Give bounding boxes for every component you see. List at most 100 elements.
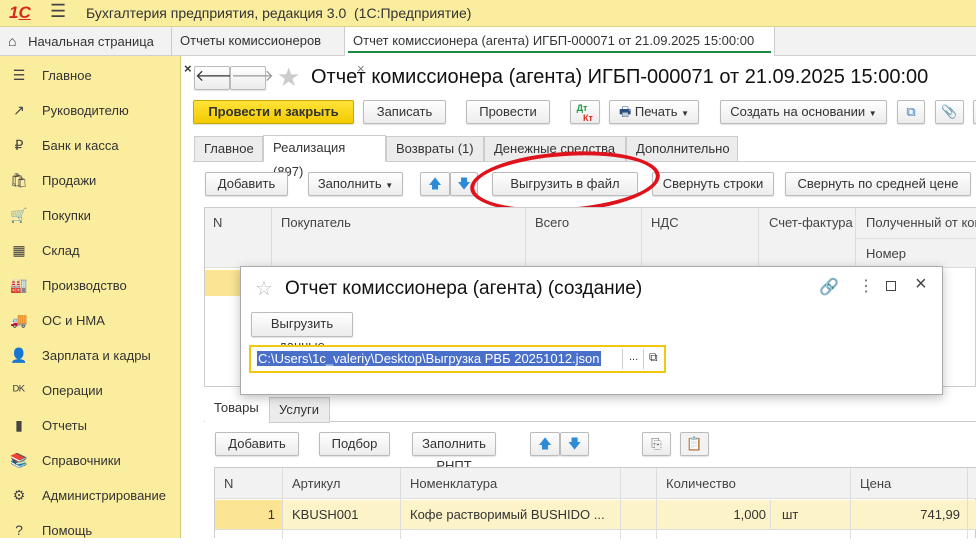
factory-icon: 🏭 <box>10 277 28 293</box>
menu-icon: ☰ <box>12 67 26 83</box>
table-row[interactable]: 1 KBUSH001 Кофе растворимый BUSHIDO ... … <box>215 500 976 530</box>
sidebar-item-11[interactable]: 📚 Справочники <box>0 443 180 478</box>
open-icon[interactable]: ⧉ <box>649 350 658 365</box>
tab-sales[interactable]: Реализация (897) <box>263 135 386 179</box>
add-button[interactable]: Добавить <box>205 172 288 196</box>
tab-home[interactable]: ⌂ Начальная страница <box>0 27 172 55</box>
attachment-icon[interactable]: 📎 <box>935 100 964 124</box>
sidebar-item-label: Склад <box>42 243 80 258</box>
title-bar: 1С ☰ Бухгалтерия предприятия, редакция 3… <box>0 0 976 27</box>
create-based-on-button[interactable]: Создать на основании ▼ <box>720 100 887 124</box>
paste-icon: 📋 <box>680 432 709 456</box>
sidebar-item-label: Отчеты <box>42 418 87 433</box>
file-path-input[interactable]: C:\Users\1c_valeriy\Desktop\Выгрузка РВБ… <box>249 345 666 373</box>
bar-chart-icon: ▮ <box>15 417 23 433</box>
sidebar-item-label: Справочники <box>42 453 121 468</box>
home-icon: ⌂ <box>8 33 17 49</box>
sidebar-item-9[interactable]: ᴰᴷ Операции <box>0 373 180 408</box>
sidebar-item-label: Банк и касса <box>42 138 119 153</box>
link-icon[interactable]: 🔗 <box>819 277 839 297</box>
cart-icon: 🛒 <box>10 207 28 223</box>
gear-icon: ⚙ <box>12 487 26 503</box>
tab-main[interactable]: Главное <box>194 136 263 162</box>
dt-kt-button[interactable]: Дт Кт <box>570 100 600 124</box>
sidebar-item-label: Производство <box>42 278 127 293</box>
goods-move-down-button[interactable]: 🡇 <box>560 432 589 456</box>
create-dialog: ☆ Отчет комиссионера (агента) (создание)… <box>240 266 943 395</box>
sidebar-item-2[interactable]: ₽ Банк и касса <box>0 128 180 163</box>
printer-icon: 🖶 <box>618 104 632 119</box>
favorite-star-icon[interactable]: ☆ <box>255 276 273 301</box>
tab-agent-reports[interactable]: Отчеты комиссионеров × <box>172 27 345 76</box>
dialog-title: Отчет комиссионера (агента) (создание) <box>285 278 643 299</box>
goods-add-button[interactable]: Добавить <box>215 432 299 456</box>
sidebar-item-5[interactable]: ▦ Склад <box>0 233 180 268</box>
open-tabs-bar: ⌂ Начальная страница Отчеты комиссионеро… <box>0 27 976 76</box>
sidebar-item-label: Главное <box>42 68 92 83</box>
sidebar-item-label: Покупки <box>42 208 91 223</box>
export-data-button[interactable]: Выгрузить данные <box>251 312 353 353</box>
sidebar-item-label: ОС и НМА <box>42 313 105 328</box>
tab-returns[interactable]: Возвраты (1) <box>386 136 484 162</box>
goods-move-up-button[interactable]: 🡅 <box>530 432 560 456</box>
dropdown-arrow-icon: ▼ <box>868 109 877 118</box>
person-icon: 👤 <box>10 347 28 363</box>
sidebar-item-label: Администрирование <box>42 488 166 503</box>
sidebar-item-label: Продажи <box>42 173 97 188</box>
app-title: Бухгалтерия предприятия, редакция 3.0 (1… <box>86 5 472 21</box>
grid-icon: ▦ <box>12 242 26 258</box>
copy-icon[interactable]: ⎘ <box>642 432 671 456</box>
dropdown-arrow-icon: ▼ <box>385 181 394 190</box>
bag-icon: 🛍 <box>10 172 28 188</box>
active-tab-underline <box>348 51 771 53</box>
move-up-button[interactable]: 🡅 <box>420 172 450 196</box>
page-title: Отчет комиссионера (агента) ИГБП-000071 … <box>311 66 929 88</box>
sidebar-item-label: Операции <box>42 383 103 398</box>
book-icon: 📚 <box>10 452 28 468</box>
save-button[interactable]: Записать <box>363 100 446 124</box>
collapse-avg-price-button[interactable]: Свернуть по средней цене <box>785 172 971 196</box>
post-button[interactable]: Провести <box>466 100 550 124</box>
choose-file-button[interactable]: ... <box>629 351 638 363</box>
pick-button[interactable]: Подбор <box>319 432 390 456</box>
sidebar-item-4[interactable]: 🛒 Покупки <box>0 198 180 233</box>
goods-table: N Артикул Номенклатура Количество Цена 1… <box>214 467 976 539</box>
tab-goods[interactable]: Товары <box>205 396 269 422</box>
sidebar-item-0[interactable]: ☰ Главное <box>0 58 180 93</box>
collapse-rows-button[interactable]: Свернуть строки <box>652 172 774 196</box>
sidebar-item-8[interactable]: 👤 Зарплата и кадры <box>0 338 180 373</box>
post-and-close-button[interactable]: Провести и закрыть <box>193 100 354 124</box>
print-button[interactable]: 🖶 Печать ▼ <box>609 100 699 124</box>
sidebar-item-12[interactable]: ⚙ Администрирование <box>0 478 180 513</box>
truck-icon: 🚚 <box>10 312 28 328</box>
sidebar-item-label: Помощь <box>42 523 93 538</box>
sidebar-item-7[interactable]: 🚚 ОС и НМА <box>0 303 180 338</box>
more-icon[interactable]: ⋮ <box>858 276 874 296</box>
sidebar: ☰ Главное ↗ Руководителю ₽ Банк и касса 🛍 Прода… <box>0 56 181 538</box>
forward-button[interactable]: 🡒 <box>230 66 274 90</box>
sidebar-item-10[interactable]: ▮ Отчеты <box>0 408 180 443</box>
question-icon: ? <box>15 522 23 538</box>
tab-additional[interactable]: Дополнительно <box>626 136 738 162</box>
dt-kt-icon: ᴰᴷ <box>12 382 26 398</box>
close-icon[interactable]: × <box>915 273 927 296</box>
close-icon[interactable]: × <box>184 61 192 76</box>
sidebar-item-6[interactable]: 🏭 Производство <box>0 268 180 303</box>
favorite-star-icon[interactable]: ★ <box>277 62 300 93</box>
chart-trend-icon: ↗ <box>13 102 25 118</box>
ruble-icon: ₽ <box>14 137 24 153</box>
main-menu-icon[interactable]: ☰ <box>50 1 66 22</box>
dropdown-arrow-icon: ▼ <box>681 109 690 118</box>
sidebar-item-13[interactable]: ? Помощь <box>0 513 180 548</box>
1c-logo[interactable]: 1С <box>9 3 31 23</box>
fill-button[interactable]: Заполнить ▼ <box>308 172 403 196</box>
structure-icon[interactable]: ⧉ <box>897 100 925 124</box>
sidebar-item-3[interactable]: 🛍 Продажи <box>0 163 180 198</box>
sidebar-item-1[interactable]: ↗ Руководителю <box>0 93 180 128</box>
back-button[interactable]: 🡐 <box>194 66 238 90</box>
maximize-icon[interactable] <box>886 281 896 291</box>
tab-current-document[interactable]: Отчет комиссионера (агента) ИГБП-000071 … <box>345 27 775 76</box>
tab-services[interactable]: Услуги <box>269 397 330 423</box>
sidebar-item-label: Руководителю <box>42 103 129 118</box>
fill-rnpt-button[interactable]: Заполнить РНПТ <box>412 432 496 473</box>
